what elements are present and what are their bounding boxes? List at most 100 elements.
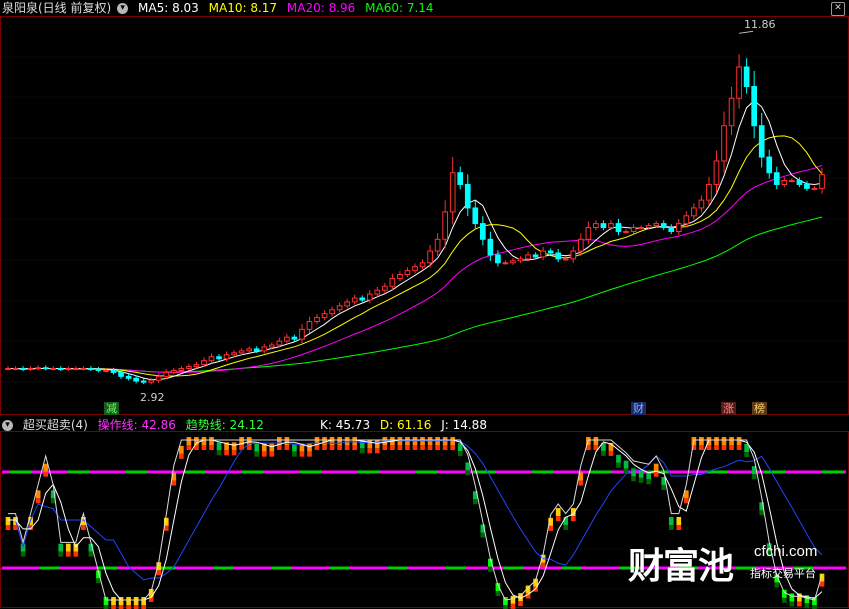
trend-block: [269, 443, 275, 452]
trend-block-shadow: [668, 525, 674, 530]
candle-body: [268, 344, 275, 348]
candle-body: [163, 371, 170, 377]
trend-block-shadow: [73, 551, 79, 557]
candle-body: [231, 352, 237, 356]
candle-body: [42, 367, 49, 370]
candle-body: [525, 254, 531, 260]
op-line-label: 操作线: 42.86: [97, 418, 176, 432]
candle-body: [495, 254, 501, 264]
trend-block-shadow: [744, 452, 749, 458]
candle-body: [359, 297, 366, 301]
candle-body: [698, 199, 705, 209]
candle-body: [811, 187, 818, 190]
candle-body: [148, 379, 155, 383]
candle-body: [706, 183, 712, 201]
trend-block-shadow: [382, 445, 388, 450]
trend-block-shadow: [721, 445, 727, 450]
candle-body: [502, 262, 509, 265]
trend-block: [126, 597, 131, 605]
trend-block-shadow: [269, 451, 275, 457]
trend-block-shadow: [20, 551, 26, 557]
candle-body: [540, 250, 546, 258]
trend-block-shadow: [804, 603, 810, 609]
candle-body: [321, 313, 328, 319]
candle-body: [479, 223, 486, 240]
trend-block: [344, 437, 350, 445]
trend-block-shadow: [412, 445, 418, 450]
trend-block-shadow: [367, 448, 373, 454]
chart-canvas: [0, 16, 849, 609]
trend-block-shadow: [601, 450, 606, 456]
trend-block: [43, 463, 49, 472]
candle-body: [404, 270, 411, 276]
candle-body: [819, 174, 825, 189]
trend-block: [307, 443, 312, 452]
candle-body: [336, 305, 343, 311]
trend-block-shadow: [171, 480, 177, 486]
trend-block-shadow: [472, 499, 478, 505]
low-price-label: 2.92: [140, 391, 165, 404]
trend-block-shadow: [729, 445, 734, 450]
candle-body: [615, 223, 622, 232]
trend-block: [668, 517, 674, 525]
trend-block-shadow: [133, 605, 139, 609]
candle-body: [517, 258, 524, 262]
trend-block: [593, 437, 599, 445]
candle-body: [389, 277, 396, 287]
trend-block-shadow: [231, 450, 237, 456]
candle-body: [442, 211, 448, 240]
candle-body: [5, 368, 11, 371]
trend-block-shadow: [706, 445, 712, 450]
candle-body: [434, 238, 441, 252]
signal-reduce-badge[interactable]: 减: [104, 402, 119, 415]
candle-body: [329, 309, 335, 315]
indicator-name[interactable]: 超买超卖(4): [23, 418, 88, 432]
candle-body: [140, 380, 147, 383]
candle-body: [27, 368, 34, 371]
trend-block-shadow: [789, 601, 795, 607]
signal-list-badge[interactable]: 榜: [752, 402, 767, 415]
trend-block: [676, 517, 682, 525]
high-pointer: [739, 30, 754, 34]
trend-block: [65, 543, 71, 552]
chevron-down-icon[interactable]: ▾: [2, 420, 13, 431]
candle-body: [653, 223, 660, 227]
candle-body: [773, 172, 780, 185]
candle-body: [638, 227, 644, 230]
trend-block-shadow: [812, 605, 817, 609]
trend-block-shadow: [246, 445, 252, 450]
candle-body: [208, 356, 215, 362]
trend-block-shadow: [435, 445, 440, 450]
candle-body: [397, 274, 403, 279]
candle-body: [593, 223, 599, 229]
candle-body: [223, 354, 230, 360]
trend-block-shadow: [352, 445, 358, 450]
candle-body: [683, 215, 690, 225]
trend-block: [231, 442, 237, 451]
trend-block-shadow: [201, 445, 207, 450]
trend-block: [781, 589, 787, 598]
candle-body: [472, 207, 479, 225]
signal-rise-badge[interactable]: 涨: [721, 402, 736, 415]
trend-block-shadow: [797, 601, 802, 607]
trend-block: [555, 508, 561, 517]
trend-block-shadow: [88, 551, 94, 557]
candle-body: [276, 340, 283, 346]
close-icon[interactable]: ✕: [831, 2, 845, 16]
signal-fortune-badge[interactable]: 财: [631, 402, 646, 415]
candle-body: [374, 289, 381, 295]
trend-block-shadow: [683, 498, 689, 504]
trend-block: [5, 517, 11, 525]
candle-body: [216, 356, 222, 360]
ma10-line: [8, 135, 823, 377]
indicator-header: ▾ 超买超卖(4) 操作线: 42.86 趋势线: 24.12: [2, 417, 270, 433]
candle-body: [691, 207, 697, 217]
stock-title[interactable]: 泉阳泉(日线 前复权): [2, 1, 111, 15]
candle-body: [751, 86, 758, 127]
trend-block-shadow: [751, 474, 757, 480]
trend-block-shadow: [578, 480, 584, 486]
chevron-down-icon[interactable]: ▾: [117, 3, 129, 14]
trend-block-shadow: [442, 445, 448, 450]
trend-block-shadow: [488, 566, 493, 572]
candle-body: [155, 375, 162, 381]
